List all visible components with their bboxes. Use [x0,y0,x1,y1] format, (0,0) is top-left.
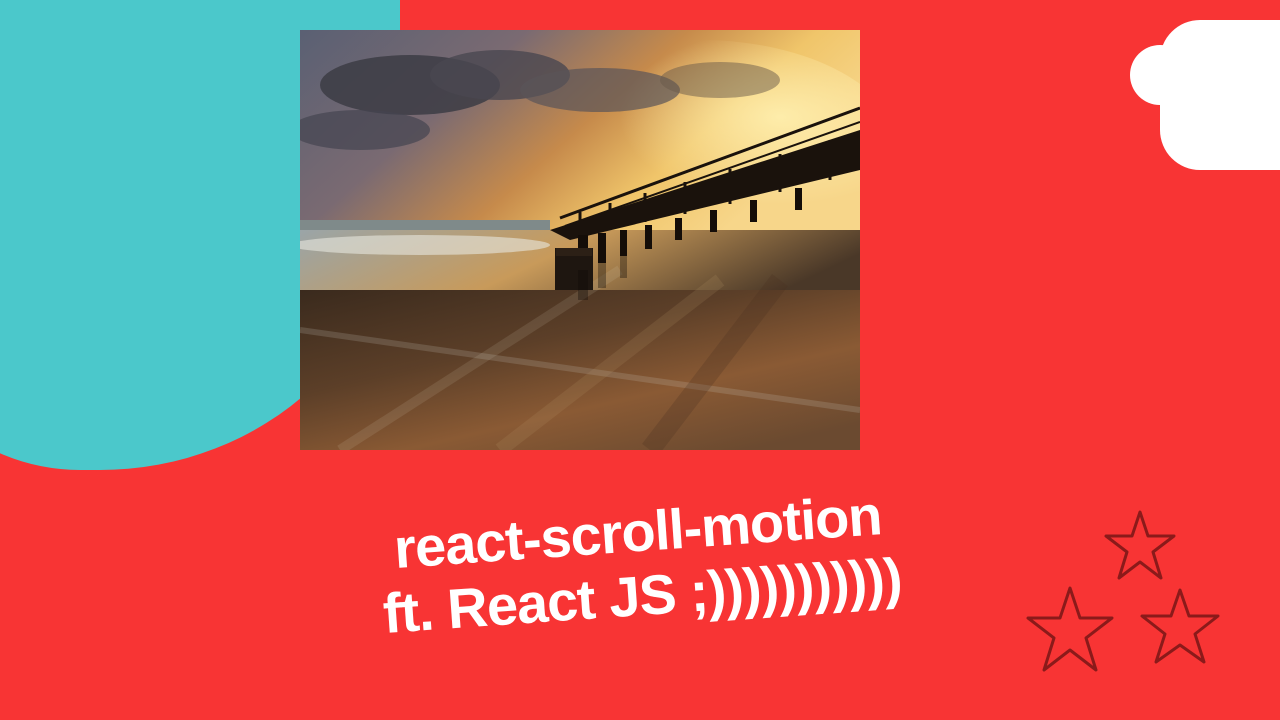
sunset-pier-photo [300,30,860,450]
hand-drawn-stars-icon [1020,500,1240,680]
white-cloud-shape [1160,20,1280,170]
title-block: react-scroll-motion ft. React JS ;))))))… [376,482,903,647]
